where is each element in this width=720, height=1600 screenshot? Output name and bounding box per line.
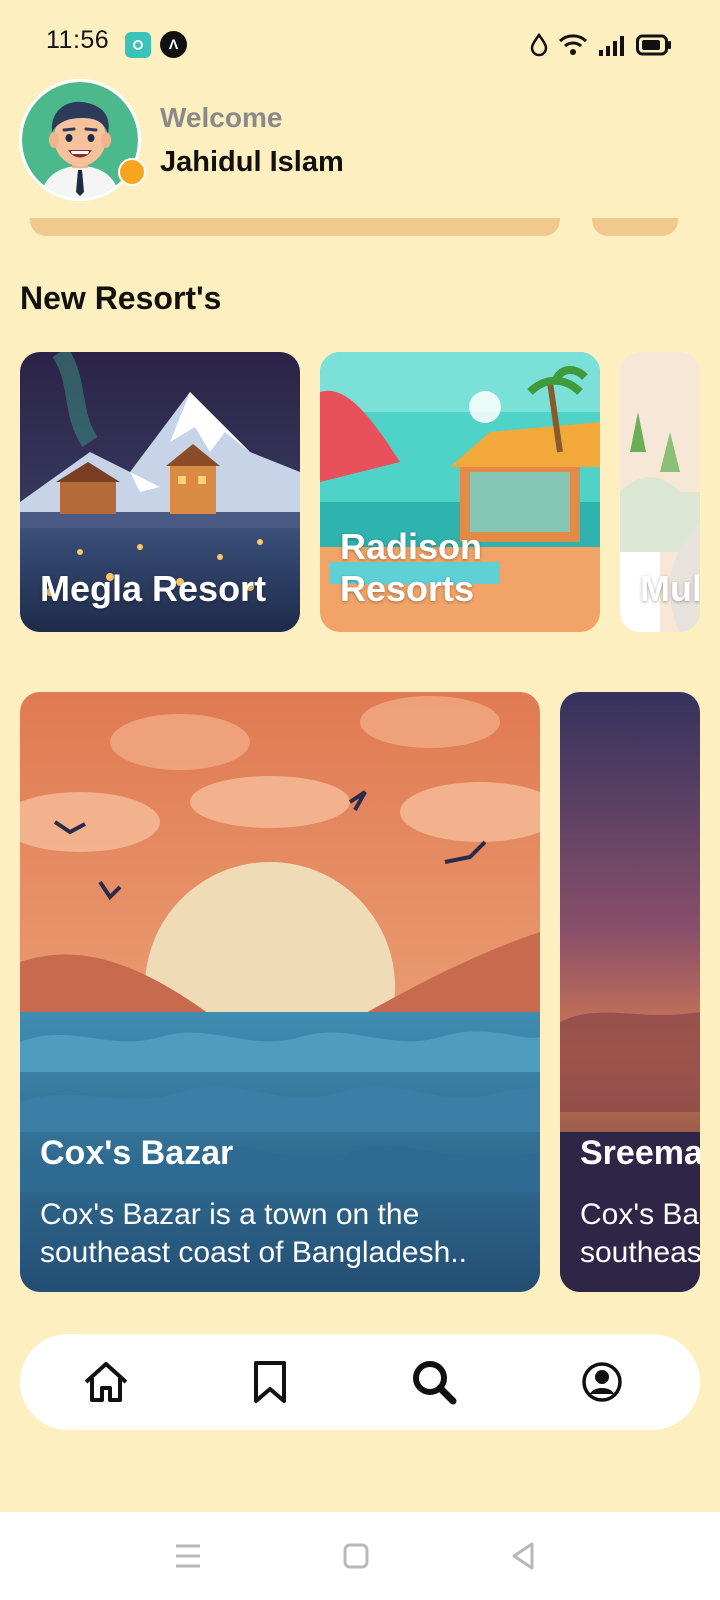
destination-description: Cox's Bazar is a town on the southeast c… bbox=[40, 1196, 467, 1272]
carousel-peek-strip bbox=[592, 218, 678, 236]
wifi-icon bbox=[558, 34, 588, 55]
user-name: Jahidul Islam bbox=[160, 146, 344, 178]
search-icon bbox=[413, 1361, 457, 1405]
destination-description-line: Cox's Ba bbox=[580, 1198, 700, 1231]
resort-card[interactable]: Radison Resorts bbox=[320, 352, 600, 632]
resort-name: Mul bbox=[640, 568, 700, 609]
menu-icon[interactable] bbox=[172, 1540, 204, 1572]
destination-description: Cox's Ba southeas bbox=[580, 1196, 700, 1272]
water-drop-icon bbox=[530, 33, 548, 57]
bookmark-icon bbox=[254, 1361, 286, 1403]
destination-title: Sreema bbox=[580, 1134, 700, 1172]
section-title-new-resorts: New Resort's bbox=[20, 280, 222, 316]
destination-description-line: Cox's Bazar is a town on the bbox=[40, 1198, 420, 1231]
bottom-nav bbox=[20, 1334, 700, 1430]
nav-home[interactable] bbox=[78, 1354, 134, 1410]
home-icon bbox=[84, 1362, 128, 1402]
resort-name: Radison Resorts bbox=[340, 526, 483, 609]
nav-profile[interactable] bbox=[574, 1354, 630, 1410]
home-square-icon[interactable] bbox=[340, 1540, 372, 1572]
app-notification-icon bbox=[125, 32, 151, 58]
battery-icon bbox=[636, 34, 671, 56]
online-status-indicator bbox=[118, 158, 146, 186]
nav-search[interactable] bbox=[406, 1354, 462, 1410]
signal-icon bbox=[599, 36, 624, 56]
a-notification-icon: Λ bbox=[160, 31, 187, 58]
status-icons bbox=[530, 30, 672, 60]
resort-name: Megla Resort bbox=[40, 568, 267, 609]
resort-card[interactable]: Megla Resort bbox=[20, 352, 300, 632]
system-nav-bar bbox=[0, 1512, 720, 1600]
status-time: 11:56 bbox=[46, 26, 110, 54]
nav-bookmark[interactable] bbox=[242, 1354, 298, 1410]
profile-icon bbox=[582, 1362, 622, 1402]
destination-title: Cox's Bazar bbox=[40, 1134, 234, 1172]
resort-card[interactable]: Mul bbox=[620, 352, 700, 632]
back-icon[interactable] bbox=[508, 1540, 540, 1572]
destination-card[interactable]: Sreema Cox's Ba southeas bbox=[560, 692, 700, 1292]
destination-description-line: southeas bbox=[580, 1236, 700, 1269]
destination-card[interactable]: Cox's Bazar Cox's Bazar is a town on the… bbox=[20, 692, 540, 1292]
carousel-peek-strip bbox=[30, 218, 560, 236]
welcome-label: Welcome bbox=[160, 102, 283, 133]
status-bar: 11:56 Λ bbox=[0, 0, 720, 88]
destination-description-line: southeast coast of Bangladesh.. bbox=[40, 1236, 467, 1269]
